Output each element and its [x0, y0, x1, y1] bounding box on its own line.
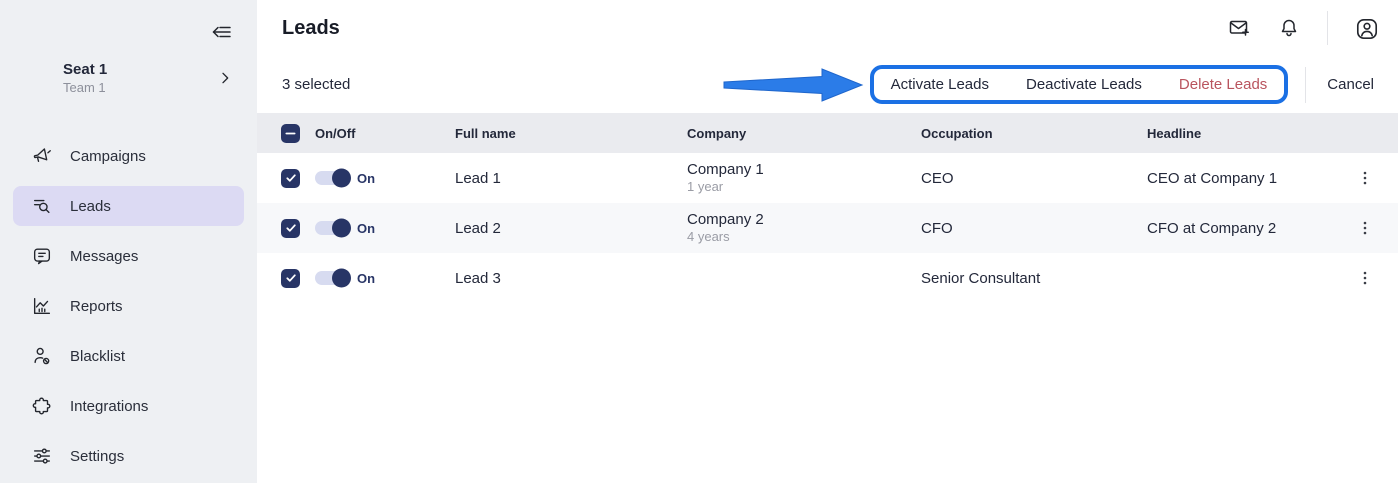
- lead-company-cell: Company 1 1 year: [687, 161, 921, 196]
- column-header-headline: Headline: [1147, 126, 1344, 141]
- toggle-track: [315, 171, 347, 185]
- toolbar-actions: Activate Leads Deactivate Leads Delete L…: [870, 65, 1378, 104]
- lead-company: Company 1: [687, 161, 921, 180]
- cancel-button[interactable]: Cancel: [1327, 76, 1374, 93]
- selected-count: 3 selected: [282, 76, 350, 93]
- toggle-label: On: [357, 271, 375, 286]
- sidebar: Seat 1 Team 1 Campaigns: [0, 0, 257, 483]
- sidebar-item-label: Integrations: [70, 398, 148, 415]
- profile-avatar-icon[interactable]: [1354, 16, 1378, 40]
- lead-headline: CEO at Company 1: [1147, 170, 1344, 187]
- toggle-track: [315, 221, 347, 235]
- row-checkbox[interactable]: [281, 219, 300, 238]
- column-header-occupation: Occupation: [921, 126, 1147, 141]
- sidebar-item-reports[interactable]: Reports: [13, 286, 244, 326]
- sidebar-item-campaigns[interactable]: Campaigns: [13, 136, 244, 176]
- row-checkbox[interactable]: [281, 269, 300, 288]
- seat-info: Seat 1 Team 1: [63, 60, 107, 96]
- toggle-label: On: [357, 221, 375, 236]
- sidebar-item-messages[interactable]: Messages: [13, 236, 244, 276]
- page-header: Leads: [257, 0, 1398, 56]
- compose-mail-icon[interactable]: [1227, 16, 1251, 40]
- message-bubble-icon: [31, 245, 53, 267]
- row-checkbox[interactable]: [281, 169, 300, 188]
- lead-full-name: Lead 1: [455, 170, 687, 187]
- selection-toolbar: 3 selected Activate Leads Deactivate Lea…: [257, 56, 1398, 113]
- header-icons: [1227, 11, 1378, 45]
- lead-company-tenure: 4 years: [687, 229, 921, 245]
- lead-occupation: CFO: [921, 220, 1147, 237]
- column-header-full-name: Full name: [455, 126, 687, 141]
- sliders-icon: [31, 445, 53, 467]
- sidebar-item-label: Leads: [70, 198, 111, 215]
- seat-name: Seat 1: [63, 60, 107, 80]
- sidebar-item-blacklist[interactable]: Blacklist: [13, 336, 244, 376]
- column-header-company: Company: [687, 126, 921, 141]
- toggle-knob: [332, 169, 351, 188]
- seat-selector[interactable]: Seat 1 Team 1: [0, 60, 257, 96]
- seat-team: Team 1: [63, 80, 107, 97]
- table-header-row: On/Off Full name Company Occupation Head…: [257, 113, 1398, 153]
- row-menu-kebab-icon[interactable]: [1354, 267, 1376, 289]
- main-content: Leads: [257, 0, 1398, 483]
- on-off-toggle[interactable]: On: [315, 271, 455, 286]
- toolbar-divider: [1305, 67, 1306, 103]
- sidebar-item-label: Campaigns: [70, 148, 146, 165]
- select-all-checkbox[interactable]: [281, 124, 300, 143]
- notifications-bell-icon[interactable]: [1277, 16, 1301, 40]
- table-row: On Lead 2 Company 2 4 years CFO CFO at C…: [257, 203, 1398, 253]
- lead-company: Company 2: [687, 211, 921, 230]
- on-off-toggle[interactable]: On: [315, 171, 455, 186]
- column-header-on-off: On/Off: [315, 126, 455, 141]
- sidebar-item-settings[interactable]: Settings: [13, 436, 244, 476]
- sidebar-item-label: Settings: [70, 448, 124, 465]
- delete-leads-button[interactable]: Delete Leads: [1179, 76, 1267, 93]
- lead-full-name: Lead 3: [455, 270, 687, 287]
- row-menu-kebab-icon[interactable]: [1354, 217, 1376, 239]
- sidebar-item-label: Blacklist: [70, 348, 125, 365]
- megaphone-icon: [31, 145, 53, 167]
- person-blocked-icon: [31, 345, 53, 367]
- annotation-arrow-icon: [722, 66, 866, 104]
- activate-leads-button[interactable]: Activate Leads: [891, 76, 989, 93]
- sidebar-item-leads[interactable]: Leads: [13, 186, 244, 226]
- sidebar-nav: Campaigns Leads: [0, 136, 257, 476]
- sidebar-item-label: Messages: [70, 248, 138, 265]
- chart-icon: [31, 295, 53, 317]
- lead-headline: CFO at Company 2: [1147, 220, 1344, 237]
- sidebar-item-label: Reports: [70, 298, 123, 315]
- puzzle-icon: [31, 395, 53, 417]
- toggle-label: On: [357, 171, 375, 186]
- leads-table: On/Off Full name Company Occupation Head…: [257, 113, 1398, 303]
- toggle-knob: [332, 269, 351, 288]
- sidebar-item-integrations[interactable]: Integrations: [13, 386, 244, 426]
- header-divider: [1327, 11, 1328, 45]
- lead-company-tenure: 1 year: [687, 179, 921, 195]
- page-title: Leads: [282, 17, 340, 40]
- on-off-toggle[interactable]: On: [315, 221, 455, 236]
- chevron-right-icon: [217, 70, 233, 86]
- row-menu-kebab-icon[interactable]: [1354, 167, 1376, 189]
- lead-full-name: Lead 2: [455, 220, 687, 237]
- lead-occupation: CEO: [921, 170, 1147, 187]
- collapse-sidebar-icon[interactable]: [209, 20, 233, 44]
- toggle-track: [315, 271, 347, 285]
- toggle-knob: [332, 219, 351, 238]
- leads-search-icon: [31, 195, 53, 217]
- bulk-actions-highlight-box: Activate Leads Deactivate Leads Delete L…: [870, 65, 1289, 104]
- lead-company-cell: Company 2 4 years: [687, 211, 921, 246]
- table-row: On Lead 3 Senior Consultant: [257, 253, 1398, 303]
- lead-occupation: Senior Consultant: [921, 270, 1147, 287]
- table-row: On Lead 1 Company 1 1 year CEO CEO at Co…: [257, 153, 1398, 203]
- deactivate-leads-button[interactable]: Deactivate Leads: [1026, 76, 1142, 93]
